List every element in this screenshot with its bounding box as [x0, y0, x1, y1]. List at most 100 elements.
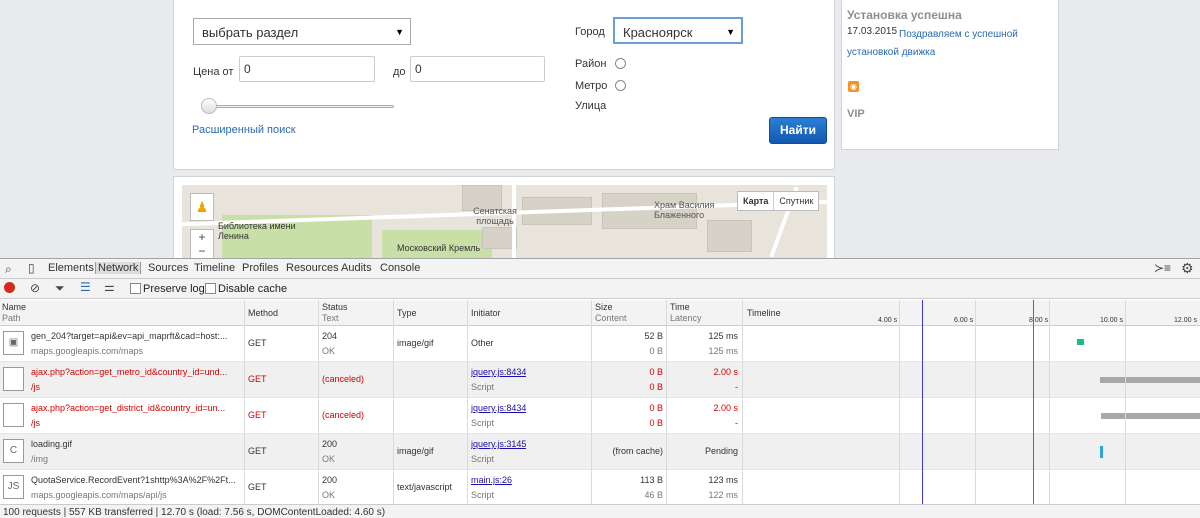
- news-link[interactable]: Поздравляем с успешной установкой движка: [847, 26, 1047, 62]
- request-name[interactable]: ajax.php?action=get_district_id&country_…: [31, 403, 241, 413]
- zoom-control[interactable]: + −: [190, 229, 214, 259]
- district-label: Район: [575, 58, 607, 70]
- col-path[interactable]: Path: [2, 313, 21, 324]
- price-slider-handle[interactable]: [201, 98, 217, 114]
- col-latency[interactable]: Latency: [670, 313, 702, 324]
- large-rows-icon[interactable]: ☰: [80, 280, 91, 294]
- file-icon: JS: [3, 475, 24, 499]
- price-from-label: Цена от: [193, 66, 234, 78]
- request-type: image/gif: [397, 338, 434, 348]
- search-panel: выбрать раздел ▼ Город Красноярск ▼ Цена…: [173, 0, 835, 170]
- devtools-panel: ⌕ ▯ Elements Network Sources Timeline Pr…: [0, 258, 1200, 518]
- advanced-search-link[interactable]: Расширенный поиск: [192, 124, 296, 136]
- metro-radio[interactable]: [615, 80, 626, 91]
- city-select[interactable]: Красноярск ▼: [613, 17, 743, 44]
- pegman-icon[interactable]: ♟: [190, 193, 214, 221]
- filter-icon[interactable]: ⏷: [55, 281, 65, 296]
- col-initiator[interactable]: Initiator: [471, 308, 501, 319]
- file-icon: ▣: [3, 331, 24, 355]
- timeline-bar[interactable]: [1077, 339, 1084, 345]
- tab-sources[interactable]: Sources: [148, 262, 188, 274]
- tab-elements[interactable]: Elements: [48, 262, 94, 274]
- timeline-bar[interactable]: [1100, 377, 1200, 383]
- tick-label: 8.00 s: [1029, 317, 1049, 324]
- tab-console[interactable]: Console: [380, 262, 420, 274]
- network-row[interactable]: ajax.php?action=get_metro_id&country_id=…: [0, 362, 1200, 398]
- tab-profiles[interactable]: Profiles: [242, 262, 279, 274]
- request-name[interactable]: gen_204?target=api&ev=api_maprft&cad=hos…: [31, 331, 241, 341]
- search-icon[interactable]: ⌕: [5, 262, 12, 277]
- tab-timeline[interactable]: Timeline: [194, 262, 235, 274]
- tab-network[interactable]: Network: [95, 262, 142, 274]
- device-mode-icon[interactable]: ▯: [28, 261, 35, 275]
- network-row[interactable]: ▣ gen_204?target=api&ev=api_maprft&cad=ho…: [0, 326, 1200, 362]
- news-panel: Установка успешна 17.03.2015 Поздравляем…: [841, 0, 1059, 150]
- col-status[interactable]: Status: [322, 302, 348, 313]
- price-from-input[interactable]: 0: [239, 56, 375, 82]
- col-timeline[interactable]: Timeline: [747, 308, 781, 319]
- city-select-value: Красноярск: [623, 25, 693, 40]
- network-row[interactable]: JS QuotaService.RecordEvent?1shttp%3A%2F%…: [0, 470, 1200, 506]
- request-status: 204: [322, 331, 338, 341]
- map-type-satellite[interactable]: Спутник: [774, 192, 818, 210]
- request-method: GET: [248, 446, 267, 456]
- request-time: Pending: [704, 446, 738, 456]
- tab-resources[interactable]: Resources: [286, 262, 339, 274]
- col-time[interactable]: Time: [670, 302, 690, 313]
- clear-icon[interactable]: ⊘: [30, 281, 40, 295]
- request-initiator[interactable]: jquery.js:8434: [471, 403, 526, 413]
- dom-content-loaded-marker: [922, 300, 923, 504]
- devtools-tabbar: ⌕ ▯ Elements Network Sources Timeline Pr…: [0, 259, 1200, 279]
- district-radio[interactable]: [615, 58, 626, 69]
- section-select[interactable]: выбрать раздел ▼: [193, 18, 411, 45]
- col-type[interactable]: Type: [397, 308, 417, 319]
- map-type-control[interactable]: Карта Спутник: [737, 191, 820, 211]
- tab-audits[interactable]: Audits: [341, 262, 372, 274]
- record-icon[interactable]: [4, 282, 15, 293]
- load-event-marker: [1033, 300, 1034, 504]
- col-name[interactable]: Name: [2, 302, 26, 313]
- request-size: 0 B: [649, 403, 663, 413]
- request-initiator-type: Script: [471, 454, 495, 464]
- tick-label: 6.00 s: [954, 317, 974, 324]
- overview-icon[interactable]: ⚌: [104, 280, 115, 294]
- vip-heading: VIP: [847, 108, 865, 120]
- col-size[interactable]: Size: [595, 302, 613, 313]
- preserve-log-label: Preserve log: [143, 283, 205, 295]
- map-type-map[interactable]: Карта: [738, 192, 775, 210]
- request-size: 0 B: [649, 367, 663, 377]
- col-content[interactable]: Content: [595, 313, 627, 324]
- network-status-bar: 100 requests | 557 KB transferred | 12.7…: [0, 504, 1200, 518]
- preserve-log-checkbox[interactable]: [130, 283, 141, 294]
- request-initiator[interactable]: main.js:26: [471, 475, 512, 485]
- price-slider-track[interactable]: [208, 105, 394, 108]
- request-path: /img: [31, 454, 49, 464]
- metro-label: Метро: [575, 80, 608, 92]
- request-name[interactable]: ajax.php?action=get_metro_id&country_id=…: [31, 367, 241, 377]
- map-canvas[interactable]: Сенатская площадь Храм Василия Блаженног…: [182, 185, 827, 259]
- find-button[interactable]: Найти: [769, 117, 827, 144]
- timeline-bar[interactable]: [1100, 446, 1103, 458]
- network-row[interactable]: ajax.php?action=get_district_id&country_…: [0, 398, 1200, 434]
- rss-icon[interactable]: ◉: [848, 81, 859, 92]
- map-label-library: Библиотека имени Ленина: [218, 221, 296, 241]
- price-to-input[interactable]: 0: [410, 56, 545, 82]
- request-initiator[interactable]: jquery.js:8434: [471, 367, 526, 377]
- request-size: 113 B: [640, 475, 663, 485]
- gear-icon[interactable]: ⚙: [1181, 260, 1194, 277]
- request-initiator-type: Script: [471, 382, 495, 392]
- timeline-bar[interactable]: [1101, 413, 1200, 419]
- disable-cache-checkbox[interactable]: [205, 283, 216, 294]
- request-type: image/gif: [397, 446, 434, 456]
- request-name[interactable]: QuotaService.RecordEvent?1shttp%3A%2F%2F…: [31, 475, 241, 485]
- request-initiator-type: Script: [471, 418, 495, 428]
- console-drawer-icon[interactable]: ≻≡: [1154, 261, 1171, 275]
- request-method: GET: [248, 338, 267, 348]
- request-latency: 122 ms: [708, 490, 738, 500]
- request-name[interactable]: loading.gif: [31, 439, 241, 449]
- request-initiator[interactable]: jquery.js:3145: [471, 439, 526, 449]
- col-method[interactable]: Method: [248, 308, 278, 319]
- price-to-label: до: [393, 66, 406, 78]
- col-text[interactable]: Text: [322, 313, 339, 324]
- network-row[interactable]: Cloading.gif/img GET 200 OK image/gif jquery.…: [0, 434, 1200, 470]
